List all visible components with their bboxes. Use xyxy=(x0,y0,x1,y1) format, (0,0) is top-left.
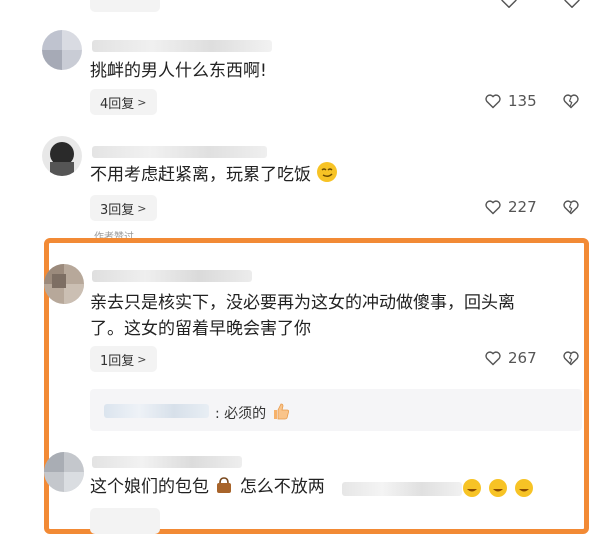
avatar[interactable] xyxy=(44,264,84,304)
like-count: 135 xyxy=(508,92,537,110)
avatar[interactable] xyxy=(44,452,84,492)
avatar[interactable] xyxy=(42,136,82,176)
comment-text: 不用考虑赶紧离，玩累了吃饭 xyxy=(90,161,338,189)
username-blurred[interactable] xyxy=(92,40,272,52)
heart-broken-outline-icon xyxy=(563,351,579,366)
reply-count-label: 3回复 xyxy=(100,202,135,218)
heart-outline-icon xyxy=(485,200,501,215)
comment-text-body: 不用考虑赶紧离，玩累了吃饭 xyxy=(90,165,311,185)
sub-reply-username-blurred[interactable] xyxy=(104,404,209,418)
sub-reply-text: : 必须的 xyxy=(215,401,291,423)
like-count: 267 xyxy=(508,349,537,367)
like-count: 227 xyxy=(508,198,537,216)
like-button[interactable]: 227 xyxy=(484,198,537,216)
heart-broken-outline-icon xyxy=(563,200,579,215)
laughing-emoji-icon xyxy=(463,479,533,497)
dislike-button[interactable] xyxy=(562,199,580,219)
thumbs-up-emoji-icon xyxy=(273,403,289,420)
comment-text-end: 怎么不放两 xyxy=(239,477,325,497)
reply-count-button[interactable]: 4回复 > xyxy=(90,89,157,115)
dislike-button[interactable] xyxy=(562,93,580,113)
heart-outline-icon xyxy=(485,351,501,366)
chevron-right-icon: > xyxy=(137,95,147,109)
handbag-emoji-icon xyxy=(217,477,232,493)
reply-count-label: 4回复 xyxy=(100,96,135,112)
avatar[interactable] xyxy=(42,30,82,70)
heart-outline-icon xyxy=(485,94,501,109)
username-blurred[interactable] xyxy=(92,270,252,282)
like-icon-partial[interactable] xyxy=(500,0,518,12)
comment-text: 这个娘们的包包 怎么不放两 xyxy=(90,474,325,501)
smirk-emoji-icon xyxy=(317,162,338,182)
heart-broken-outline-icon xyxy=(563,94,579,109)
dislike-button[interactable] xyxy=(562,350,580,370)
sub-reply-body: : 必须的 xyxy=(215,406,267,422)
reply-count-button-partial[interactable] xyxy=(90,508,160,534)
reply-button-partial[interactable] xyxy=(90,0,160,12)
comment-text-line1: 亲去只是核实下，没必要再为这女的冲动做傻事，回头离 xyxy=(90,293,515,313)
username-blurred[interactable] xyxy=(92,456,242,468)
blurred-text-segment xyxy=(342,482,462,496)
reply-count-button[interactable]: 3回复 > xyxy=(90,195,157,221)
comment-text-start: 这个娘们的包包 xyxy=(90,477,209,497)
like-button[interactable]: 135 xyxy=(484,92,537,110)
comment-text-line2: 了。这女的留着早晚会害了你 xyxy=(90,319,311,339)
reply-count-button[interactable]: 1回复 > xyxy=(90,346,157,372)
dislike-icon-partial[interactable] xyxy=(563,0,581,12)
comment-text: 挑衅的男人什么东西啊! xyxy=(90,61,267,81)
emoji-cluster xyxy=(462,478,538,502)
chevron-right-icon: > xyxy=(137,352,147,366)
username-blurred[interactable] xyxy=(92,146,267,158)
chevron-right-icon: > xyxy=(137,201,147,215)
like-button[interactable]: 267 xyxy=(484,349,537,367)
reply-count-label: 1回复 xyxy=(100,353,135,369)
